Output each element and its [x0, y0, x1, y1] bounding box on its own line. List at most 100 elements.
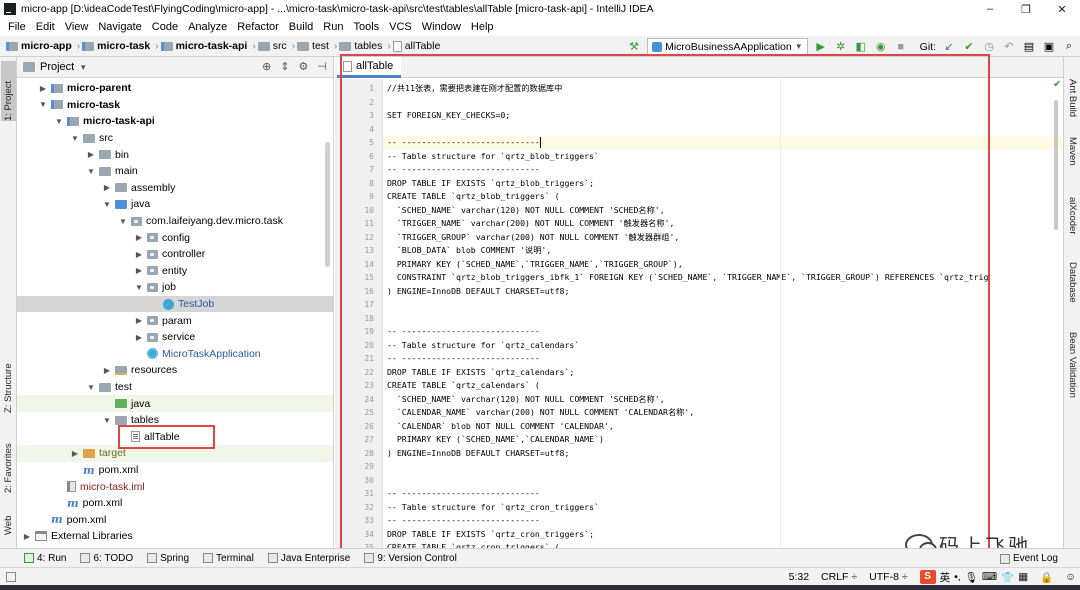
- coverage-icon[interactable]: ◧: [854, 40, 868, 54]
- run-config-select[interactable]: MicroBusinessAApplication ▼: [647, 38, 808, 55]
- code-text-area[interactable]: //共11张表，需要把表建在刚才配置的数据库中 SET FOREIGN_KEY_C…: [383, 79, 1063, 548]
- breadcrumb-item[interactable]: micro-app ›: [6, 40, 80, 52]
- tree-node[interactable]: ▶ resources: [17, 362, 333, 379]
- git-history-icon[interactable]: ◷: [982, 40, 996, 54]
- lock-icon[interactable]: 🔒: [1040, 571, 1053, 584]
- build-hammer-icon[interactable]: ⚒: [627, 40, 641, 54]
- chevron-right-icon[interactable]: ▶: [133, 250, 145, 259]
- tree-node[interactable]: ▶ config: [17, 229, 333, 246]
- stop-icon[interactable]: ■: [894, 40, 908, 54]
- tool-window-button[interactable]: 4: Run: [24, 553, 66, 564]
- chevron-right-icon[interactable]: ▶: [21, 532, 33, 541]
- tree-node[interactable]: m pom.xml: [17, 462, 333, 479]
- tab-structure[interactable]: Z: Structure: [1, 347, 16, 413]
- breadcrumb-item[interactable]: micro-task ›: [82, 40, 159, 52]
- run-icon[interactable]: ▶: [814, 40, 828, 54]
- chevron-down-icon[interactable]: ▼: [101, 200, 113, 209]
- tree-node[interactable]: m pom.xml: [17, 512, 333, 529]
- tab-maven[interactable]: Maven: [1065, 137, 1080, 177]
- event-log-button[interactable]: Event Log: [999, 549, 1058, 568]
- tool-window-button[interactable]: Spring: [147, 553, 189, 564]
- maximize-button[interactable]: ❐: [1008, 3, 1044, 16]
- chevron-right-icon[interactable]: ▶: [133, 333, 145, 342]
- profile-icon[interactable]: ◉: [874, 40, 888, 54]
- file-encoding[interactable]: UTF-8 ÷: [869, 571, 907, 583]
- tab-database[interactable]: Database: [1065, 262, 1080, 317]
- menu-item-refactor[interactable]: Refactor: [232, 21, 284, 33]
- tree-node[interactable]: allTable: [17, 429, 333, 446]
- locate-icon[interactable]: ⊕: [262, 60, 271, 73]
- chevron-right-icon[interactable]: ▶: [133, 233, 145, 242]
- git-update-icon[interactable]: ↙: [942, 40, 956, 54]
- sdk-icon[interactable]: ▣: [1042, 40, 1056, 54]
- chevron-right-icon[interactable]: ▶: [133, 316, 145, 325]
- tree-node[interactable]: ▼ main: [17, 163, 333, 180]
- project-structure-icon[interactable]: ▤: [1022, 40, 1036, 54]
- tab-project[interactable]: 1: Project: [1, 61, 16, 121]
- menu-item-file[interactable]: File: [3, 21, 31, 33]
- tree-node[interactable]: micro-task.iml: [17, 478, 333, 495]
- tree-node[interactable]: ▶ bin: [17, 146, 333, 163]
- collapse-all-icon[interactable]: ⇕: [280, 60, 289, 73]
- tree-node[interactable]: MicroTaskApplication: [17, 346, 333, 363]
- breadcrumb-item[interactable]: test ›: [297, 40, 337, 52]
- caret-position[interactable]: 5:32: [789, 571, 809, 583]
- chevron-down-icon[interactable]: ▼: [117, 217, 129, 226]
- chevron-down-icon[interactable]: ▼: [101, 416, 113, 425]
- menu-item-edit[interactable]: Edit: [31, 21, 60, 33]
- chevron-right-icon[interactable]: ▶: [69, 449, 81, 458]
- minimize-button[interactable]: –: [972, 3, 1008, 15]
- breadcrumb-item[interactable]: tables ›: [339, 40, 391, 52]
- chevron-right-icon[interactable]: ▶: [101, 183, 113, 192]
- ime-indicator[interactable]: S 英 •, 🎙 ⌨ 👕 ▦: [919, 570, 1028, 585]
- chevron-right-icon[interactable]: ▶: [101, 366, 113, 375]
- scrollbar-thumb[interactable]: [1054, 100, 1058, 230]
- menu-item-navigate[interactable]: Navigate: [93, 21, 146, 33]
- editor-scrollbar[interactable]: [1052, 80, 1060, 548]
- tree-scrollbar[interactable]: [325, 142, 330, 267]
- tree-node[interactable]: java: [17, 395, 333, 412]
- tab-alltable[interactable]: allTable: [337, 57, 402, 78]
- tool-window-button[interactable]: 6: TODO: [80, 553, 133, 564]
- chevron-down-icon[interactable]: ▼: [69, 134, 81, 143]
- menu-item-code[interactable]: Code: [147, 21, 183, 33]
- breadcrumb-item[interactable]: src ›: [257, 40, 295, 52]
- tree-node[interactable]: ▶ target: [17, 445, 333, 462]
- chevron-down-icon[interactable]: ▼: [37, 100, 49, 109]
- chevron-down-icon[interactable]: ▼: [133, 283, 145, 292]
- tree-node[interactable]: ▶ micro-parent: [17, 80, 333, 97]
- tree-node[interactable]: ▼ micro-task-api: [17, 113, 333, 130]
- git-rollback-icon[interactable]: ↶: [1002, 40, 1016, 54]
- hide-icon[interactable]: ⊣: [317, 60, 327, 73]
- chevron-down-icon[interactable]: ▼: [85, 383, 97, 392]
- breadcrumb-item[interactable]: micro-task-api ›: [160, 40, 256, 52]
- git-commit-icon[interactable]: ✔: [962, 40, 976, 54]
- menu-item-vcs[interactable]: VCS: [384, 21, 417, 33]
- chevron-down-icon[interactable]: ▼: [53, 117, 65, 126]
- tree-node[interactable]: ▶ assembly: [17, 180, 333, 197]
- tree-node[interactable]: ▼ java: [17, 196, 333, 213]
- tool-window-button[interactable]: Terminal: [203, 553, 254, 564]
- project-panel-title[interactable]: Project: [40, 61, 74, 73]
- chevron-right-icon[interactable]: ▶: [37, 84, 49, 93]
- menu-item-analyze[interactable]: Analyze: [183, 21, 232, 33]
- chevron-right-icon[interactable]: ▶: [133, 266, 145, 275]
- menu-item-help[interactable]: Help: [466, 21, 499, 33]
- tree-node[interactable]: ▼ micro-task: [17, 97, 333, 114]
- chevron-down-icon[interactable]: ▼: [79, 63, 87, 72]
- chevron-down-icon[interactable]: ▼: [85, 167, 97, 176]
- menu-item-view[interactable]: View: [60, 21, 94, 33]
- menu-item-build[interactable]: Build: [284, 21, 318, 33]
- tree-node[interactable]: ▶ External Libraries: [17, 528, 333, 545]
- tree-node[interactable]: TestJob: [17, 295, 333, 313]
- close-button[interactable]: ✕: [1044, 3, 1080, 16]
- tab-favorites[interactable]: 2: Favorites: [1, 429, 16, 493]
- tree-node[interactable]: ▼ job: [17, 279, 333, 296]
- notifications-icon[interactable]: ☺: [1065, 571, 1076, 583]
- tool-window-button[interactable]: 9: Version Control: [364, 553, 457, 564]
- tab-web[interactable]: Web: [1, 505, 16, 535]
- line-separator[interactable]: CRLF ÷: [821, 571, 857, 583]
- tree-node[interactable]: ▶ param: [17, 312, 333, 329]
- tree-node[interactable]: ▶ entity: [17, 263, 333, 280]
- tab-ant-build[interactable]: Ant Build: [1065, 79, 1080, 121]
